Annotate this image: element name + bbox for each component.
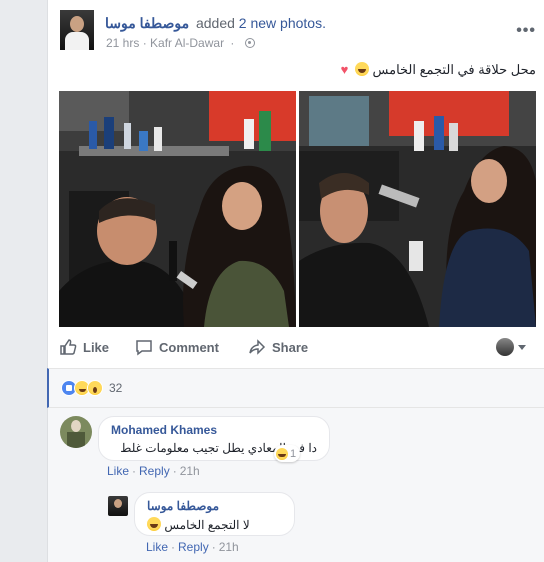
wow-reaction-icon	[87, 380, 103, 396]
reply-author[interactable]: موصطفا موسا	[147, 499, 282, 513]
post-photo-1[interactable]	[59, 91, 296, 327]
post-actions: Like Comment Share	[59, 338, 536, 360]
reply-text-line: لا التجمع الخامس	[147, 517, 282, 532]
comment-reaction-count[interactable]: 1	[274, 445, 301, 462]
comment-icon	[136, 340, 152, 356]
post-action: added 2 new photos.	[196, 15, 326, 31]
viewer-avatar	[496, 338, 514, 356]
post-photo-2[interactable]	[299, 91, 536, 327]
reply-avatar[interactable]	[108, 496, 128, 516]
post-location[interactable]: Kafr Al-Dawar	[150, 36, 224, 50]
link-separator: ·	[211, 540, 216, 554]
post-time[interactable]: 21 hrs	[106, 36, 139, 50]
action-object-link[interactable]: 2 new photos.	[239, 15, 326, 31]
post-text: محل حلاقة في التجمع الخامس ♥	[341, 62, 536, 78]
globe-icon[interactable]	[244, 38, 255, 48]
more-options-icon[interactable]: •••	[516, 22, 536, 40]
heart-arrow-icon: ♥	[340, 62, 349, 77]
commenter-avatar[interactable]	[60, 416, 92, 448]
laughing-emoji-icon	[147, 517, 161, 531]
post-as-selector[interactable]	[496, 338, 526, 356]
post-meta: 21 hrs · Kafr Al-Dawar ·	[106, 36, 255, 50]
comment-time[interactable]: 21h	[180, 464, 200, 478]
comment-reply-link[interactable]: Reply	[139, 464, 170, 478]
share-button[interactable]: Share	[248, 338, 308, 356]
comment-label: Comment	[159, 339, 219, 355]
barbershop-photo-2	[299, 91, 536, 327]
comment-button[interactable]: Comment	[135, 338, 219, 356]
share-label: Share	[272, 339, 309, 355]
reaction-count: 32	[109, 381, 123, 395]
author-avatar[interactable]	[60, 10, 94, 50]
comment-actions: Like · Reply · 21h	[107, 464, 200, 478]
reply-text: لا التجمع الخامس	[164, 518, 250, 532]
link-separator: ·	[171, 540, 176, 554]
share-icon	[249, 339, 266, 355]
like-button[interactable]: Like	[59, 338, 109, 356]
comments-section: Mohamed Khames دا في المعادي يطل تجيب مع…	[47, 408, 544, 562]
link-separator: ·	[172, 464, 177, 478]
link-separator: ·	[132, 464, 137, 478]
reply-bubble: موصطفا موسا لا التجمع الخامس	[134, 492, 295, 536]
reply-time[interactable]: 21h	[219, 540, 239, 554]
author-name[interactable]: موصطفا موسا	[105, 15, 189, 31]
post-header: موصطفا موسا added 2 new photos. 21 hrs ·…	[60, 10, 544, 54]
chevron-down-icon	[518, 344, 526, 350]
reply-actions: Like · Reply · 21h	[146, 540, 239, 554]
post-text-body: محل حلاقة في التجمع الخامس	[372, 62, 536, 77]
thumbs-up-icon	[60, 339, 77, 355]
post-author-line: موصطفا موسا added 2 new photos.	[105, 15, 326, 32]
meta-separator-2: ·	[230, 36, 235, 50]
barbershop-photo-1	[59, 91, 296, 327]
reactions-bar: 32	[47, 368, 544, 408]
meta-separator: ·	[142, 36, 147, 50]
laughing-emoji-icon	[354, 62, 369, 76]
comment-author[interactable]: Mohamed Khames	[111, 423, 317, 437]
action-prefix: added	[195, 15, 235, 31]
reply-reply-link[interactable]: Reply	[178, 540, 209, 554]
comment-reaction-number: 1	[290, 447, 297, 460]
laughing-emoji-icon	[276, 447, 288, 460]
reply-like-link[interactable]: Like	[146, 540, 168, 554]
reactions-summary[interactable]: 32	[61, 380, 122, 396]
like-label: Like	[83, 339, 110, 355]
comment-like-link[interactable]: Like	[107, 464, 129, 478]
